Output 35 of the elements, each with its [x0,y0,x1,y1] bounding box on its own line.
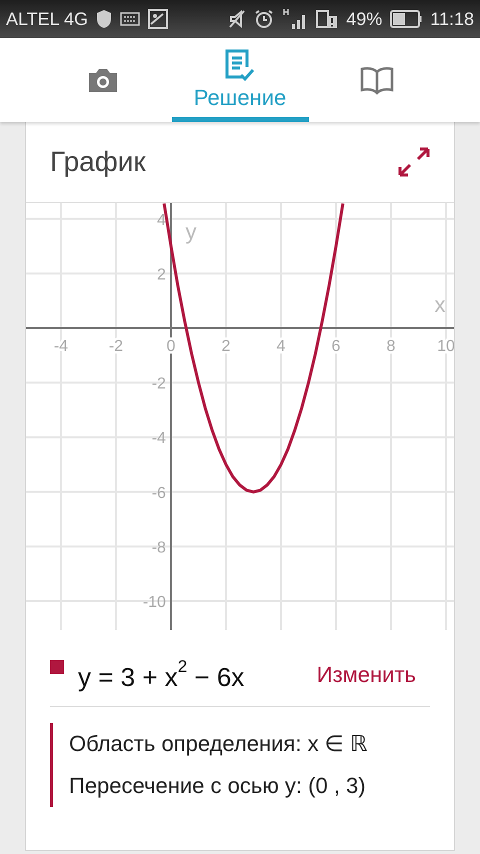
function-property: Область определения: x ∈ ℝ [69,731,368,757]
carrier-name: ALTEL 4G [6,8,88,30]
tick-label: -10 [142,594,166,612]
tick-label: 10 [437,338,454,356]
shield-icon [96,9,112,29]
keyboard-icon [120,12,140,26]
camera-icon [87,66,119,94]
book-icon [360,64,394,96]
axis-label: x [434,292,446,318]
image-icon [148,9,168,29]
tick-label: -8 [152,539,166,556]
tick-label: 6 [332,338,340,356]
alarm-icon [254,9,274,29]
sim-alert-icon [316,9,338,29]
mute-icon [228,9,246,29]
function-property: Пересечение с осью y: (0 , 3) [69,773,367,799]
card-title: График [50,146,146,178]
battery-percent: 49% [346,8,382,30]
tick-label: -4 [152,430,166,448]
axis-label: y [185,218,196,244]
tick-label: 2 [157,266,166,284]
tick-label: 8 [386,338,396,356]
tick-label: 4 [157,212,166,229]
clock: 11:18 [430,8,474,30]
function-formula: y = 3 + x$^{2}$ − 6x [78,657,246,693]
tick-label: 2 [222,338,230,356]
tick-label: -2 [108,338,124,356]
tick-label: -4 [54,338,68,356]
edit-link[interactable]: Изменить [316,662,416,688]
battery-icon [390,10,422,28]
tick-label: -6 [152,484,166,502]
tick-label: -2 [152,376,166,393]
checklist-icon [224,49,256,83]
tick-label: 4 [276,338,286,356]
expand-icon[interactable] [398,147,430,177]
